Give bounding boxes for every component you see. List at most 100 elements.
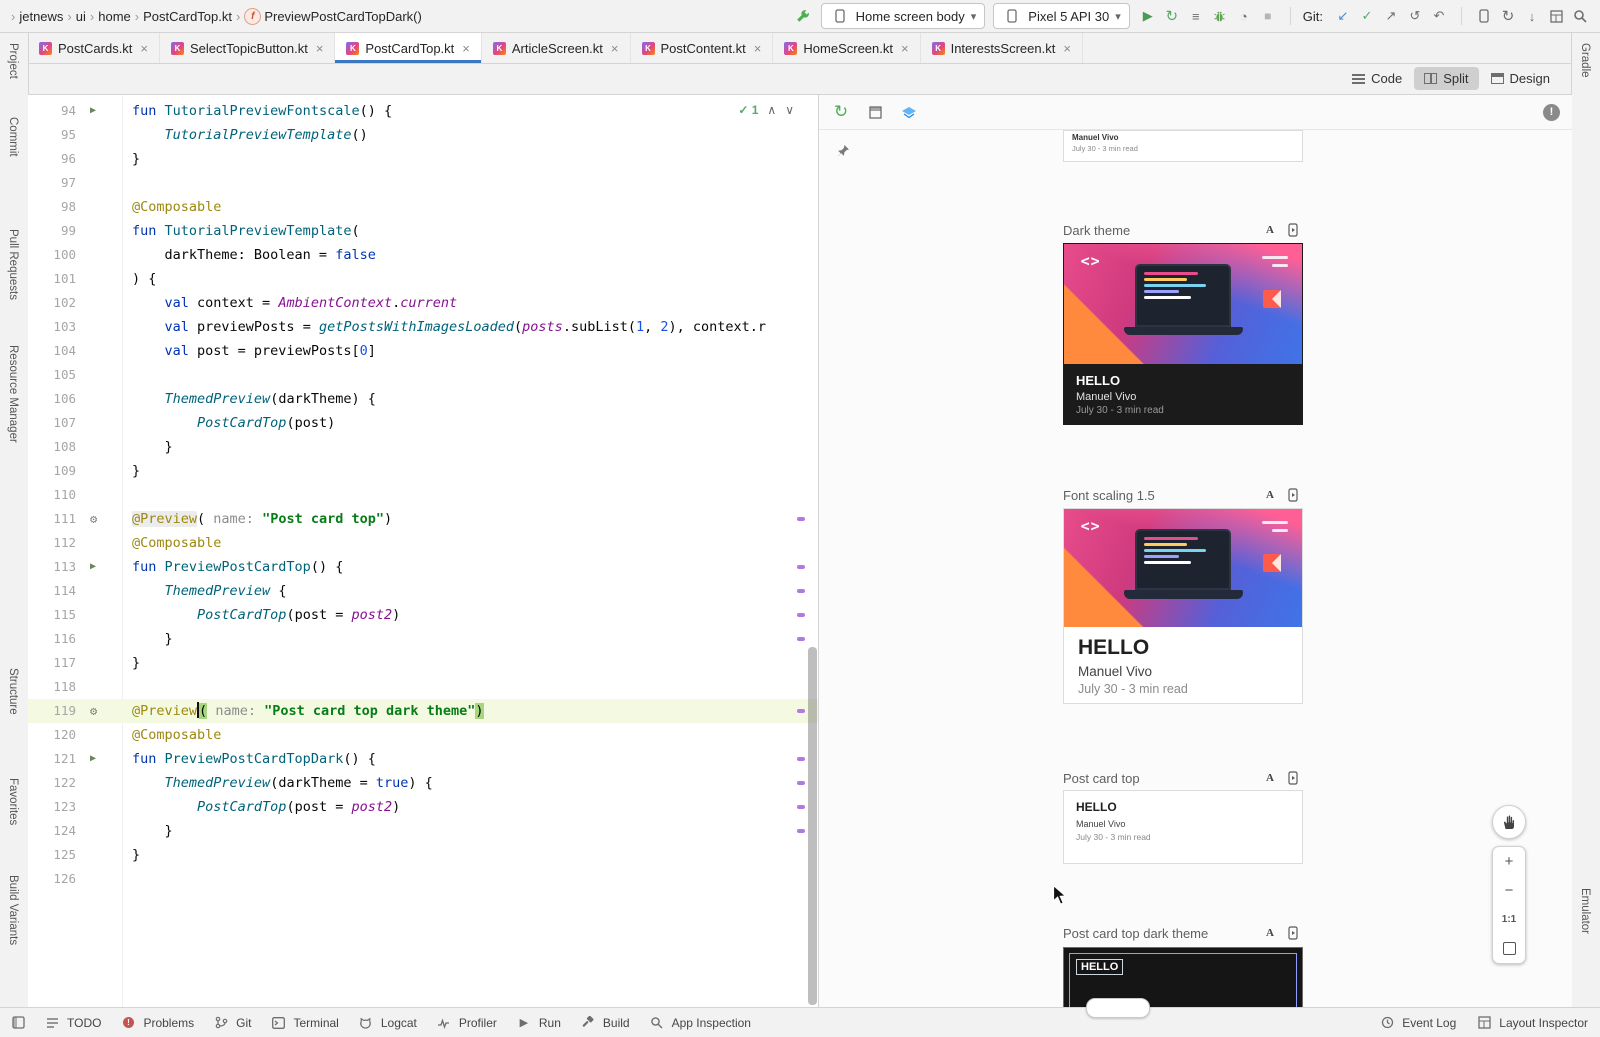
toolwindow-gradle[interactable]: Gradle <box>1579 43 1591 78</box>
toolwindow-toggle[interactable] <box>12 1016 25 1029</box>
statusbar-item-layout-inspector[interactable]: Layout Inspector <box>1474 1013 1588 1033</box>
preview-card-partial-top[interactable]: Manuel VivoJuly 30 - 3 min read <box>1063 130 1303 162</box>
code-editor[interactable]: 94▶fun TutorialPreviewFontscale() {95 Tu… <box>28 95 818 1007</box>
preview-settings-gutter-icon[interactable]: ⚙ <box>90 507 97 531</box>
tab-postcards-kt[interactable]: KPostCards.kt× <box>28 33 160 63</box>
preview-settings-gutter-icon[interactable]: ⚙ <box>90 699 97 723</box>
pin-icon[interactable] <box>835 144 850 164</box>
code-line[interactable]: 94▶fun TutorialPreviewFontscale() { <box>28 99 818 123</box>
code-line[interactable]: 95 TutorialPreviewTemplate() <box>28 123 818 147</box>
tab-selecttopicbutton-kt[interactable]: KSelectTopicButton.kt× <box>160 33 335 63</box>
code-line[interactable]: 97 <box>28 171 818 195</box>
code-line[interactable]: 125} <box>28 843 818 867</box>
code-line[interactable]: 114 ThemedPreview { <box>28 579 818 603</box>
inspection-widget[interactable]: ✓ 1 ∧ ∨ <box>738 103 794 117</box>
zoom-ratio-button[interactable]: 1:1 <box>1493 905 1525 934</box>
debug-icon[interactable] <box>1210 6 1230 26</box>
preview-content[interactable]: Manuel VivoJuly 30 - 3 min readDark them… <box>819 130 1572 1007</box>
stop-icon[interactable]: ■ <box>1258 6 1278 26</box>
close-tab-icon[interactable]: × <box>140 41 148 56</box>
sync-gradle-icon[interactable]: ↻ <box>1498 6 1518 26</box>
code-line[interactable]: 121▶fun PreviewPostCardTopDark() { <box>28 747 818 771</box>
code-line[interactable]: 112@Composable <box>28 531 818 555</box>
statusbar-item-logcat[interactable]: Logcat <box>356 1013 417 1033</box>
close-tab-icon[interactable]: × <box>316 41 324 56</box>
deploy-preview-icon[interactable] <box>1283 220 1303 240</box>
prev-issue-icon[interactable]: ∧ <box>767 103 776 117</box>
zoom-out-button[interactable]: − <box>1493 876 1525 905</box>
close-tab-icon[interactable]: × <box>462 41 470 56</box>
code-line[interactable]: 103 val previewPosts = getPostsWithImage… <box>28 315 818 339</box>
code-line[interactable]: 118 <box>28 675 818 699</box>
code-line[interactable]: 113▶fun PreviewPostCardTop() { <box>28 555 818 579</box>
breadcrumb-item[interactable]: PostCardTop.kt <box>143 9 232 24</box>
deploy-preview-icon[interactable] <box>1283 923 1303 943</box>
code-line[interactable]: 120@Composable <box>28 723 818 747</box>
preview-card-small[interactable]: HELLOManuel VivoJuly 30 - 3 min read <box>1063 790 1303 864</box>
make-project-icon[interactable] <box>793 6 813 26</box>
breadcrumb-expander[interactable]: › <box>10 9 16 24</box>
toolwindow-pull-requests[interactable]: Pull Requests <box>7 229 19 300</box>
apply-changes-icon[interactable]: ↻ <box>1162 6 1182 26</box>
device-manager-icon[interactable] <box>1474 6 1494 26</box>
code-line[interactable]: 123 PostCardTop(post = post2) <box>28 795 818 819</box>
code-line[interactable]: 110 <box>28 483 818 507</box>
code-line[interactable]: 104 val post = previewPosts[0] <box>28 339 818 363</box>
toolwindow-commit[interactable]: Commit <box>7 117 19 157</box>
preview-card-fontscale[interactable]: <>HELLOManuel VivoJuly 30 - 3 min read <box>1063 508 1303 704</box>
layers-icon[interactable] <box>899 102 919 122</box>
device-select[interactable]: Pixel 5 API 30 ▾ <box>993 3 1129 29</box>
font-scale-icon[interactable]: A <box>1266 489 1274 501</box>
code-line[interactable]: 99fun TutorialPreviewTemplate( <box>28 219 818 243</box>
search-icon[interactable] <box>1570 6 1590 26</box>
code-line[interactable]: 98@Composable <box>28 195 818 219</box>
close-tab-icon[interactable]: × <box>901 41 909 56</box>
statusbar-item-problems[interactable]: !Problems <box>118 1013 194 1033</box>
code-line[interactable]: 109} <box>28 459 818 483</box>
layout-mode-icon[interactable] <box>865 102 885 122</box>
tab-articlescreen-kt[interactable]: KArticleScreen.kt× <box>482 33 631 63</box>
code-line[interactable]: 119⚙@Preview( name: "Post card top dark … <box>28 699 818 723</box>
run-preview-gutter-icon[interactable]: ▶ <box>90 747 96 771</box>
toolwindow-structure[interactable]: Structure <box>7 668 19 715</box>
code-line[interactable]: 102 val context = AmbientContext.current <box>28 291 818 315</box>
statusbar-item-todo[interactable]: TODO <box>42 1013 101 1033</box>
view-mode-code[interactable]: Code <box>1342 67 1412 90</box>
preview-card-dark[interactable]: <>HELLOManuel VivoJuly 30 - 3 min read <box>1063 243 1303 425</box>
statusbar-item-app-inspection[interactable]: App Inspection <box>647 1013 751 1033</box>
deploy-preview-icon[interactable] <box>1283 485 1303 505</box>
git-commit-icon[interactable]: ✓ <box>1357 6 1377 26</box>
view-mode-design[interactable]: Design <box>1481 67 1560 90</box>
close-tab-icon[interactable]: × <box>754 41 762 56</box>
run-preview-gutter-icon[interactable]: ▶ <box>90 99 96 123</box>
statusbar-item-build[interactable]: Build <box>578 1013 630 1033</box>
code-line[interactable]: 100 darkTheme: Boolean = false <box>28 243 818 267</box>
code-line[interactable]: 101) { <box>28 267 818 291</box>
editor-scrollbar[interactable] <box>808 647 817 1005</box>
code-line[interactable]: 105 <box>28 363 818 387</box>
git-history-icon[interactable]: ↺ <box>1405 6 1425 26</box>
toolwindow-emulator[interactable]: Emulator <box>1579 888 1591 934</box>
code-line[interactable]: 126 <box>28 867 818 891</box>
refresh-icon[interactable]: ↻ <box>831 102 851 122</box>
tab-postcontent-kt[interactable]: KPostContent.kt× <box>631 33 774 63</box>
statusbar-item-event-log[interactable]: Event Log <box>1377 1013 1456 1033</box>
code-line[interactable]: 115 PostCardTop(post = post2) <box>28 603 818 627</box>
attach-debugger-icon[interactable]: ≡ <box>1186 6 1206 26</box>
profile-icon[interactable]: ◔ <box>1234 6 1254 26</box>
breadcrumb-item[interactable]: fPreviewPostCardTopDark() <box>244 8 422 25</box>
close-tab-icon[interactable]: × <box>611 41 619 56</box>
git-push-icon[interactable]: ↗ <box>1381 6 1401 26</box>
breadcrumb-item[interactable]: ui <box>76 9 86 24</box>
code-line[interactable]: 107 PostCardTop(post) <box>28 411 818 435</box>
preview-issues-indicator[interactable]: ! <box>1543 104 1560 121</box>
run-icon[interactable]: ▶ <box>1138 6 1158 26</box>
preview-hint-pill[interactable] <box>1086 998 1150 1018</box>
breadcrumb-item[interactable]: home <box>98 9 131 24</box>
layout-inspector-icon[interactable] <box>1546 6 1566 26</box>
git-update-icon[interactable]: ↙ <box>1333 6 1353 26</box>
deploy-preview-icon[interactable] <box>1283 768 1303 788</box>
next-issue-icon[interactable]: ∨ <box>785 103 794 117</box>
tab-interestsscreen-kt[interactable]: KInterestsScreen.kt× <box>921 33 1083 63</box>
statusbar-item-profiler[interactable]: Profiler <box>434 1013 497 1033</box>
